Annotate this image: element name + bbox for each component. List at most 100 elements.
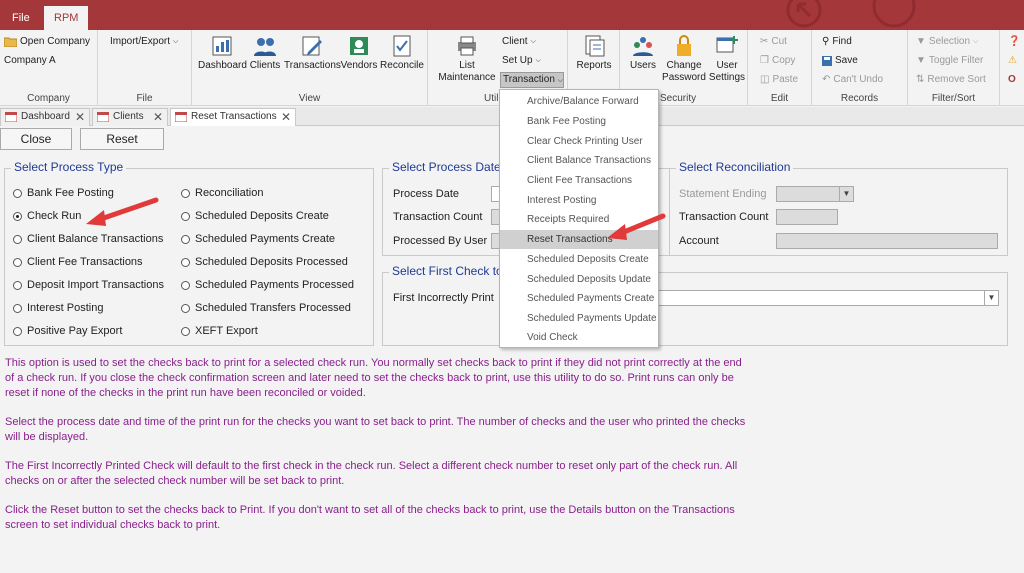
doctab-label: Reset Transactions [191,111,277,122]
radio-label: Positive Pay Export [27,325,123,337]
radio-scheduled-transfers-processed[interactable]: Scheduled Transfers Processed [181,302,351,314]
report-icon [585,35,605,57]
radio-label: XEFT Export [195,325,258,337]
transaction-menu-button[interactable]: Transaction ⌵ [500,72,564,88]
transactions-button[interactable]: Transactions [284,34,341,72]
statement-ending-combo[interactable]: ▼ [776,186,854,202]
radio-deposit-import-transactions[interactable]: Deposit Import Transactions [13,279,164,291]
process-type-legend: Select Process Type [11,160,127,174]
radio-interest-posting[interactable]: Interest Posting [13,302,103,314]
help-icon[interactable]: ❓ [1008,36,1020,47]
radio-reconciliation[interactable]: Reconciliation [181,187,263,199]
reconcile-button[interactable]: Reconcile [378,34,426,72]
office-icon[interactable]: O [1008,74,1016,85]
form-icon [5,112,17,122]
doctab-reset-transactions[interactable]: Reset Transactions ✕ [170,108,296,127]
cut-button[interactable]: ✂ Cut [760,36,787,47]
save-button[interactable]: Save [822,55,858,66]
description-paragraph-4: Click the Reset button to set the checks… [5,503,785,533]
recon-transaction-count-label: Transaction Count [679,211,769,223]
dashboard-button[interactable]: Dashboard [198,34,247,72]
tab-rpm[interactable]: RPM [44,6,88,30]
transaction-count-label: Transaction Count [393,211,483,223]
radio-scheduled-payments-create[interactable]: Scheduled Payments Create [181,233,335,245]
radio-dot [181,257,190,267]
import-export-label: Import/Export [110,36,171,47]
sort-icon: ⇅ [916,74,925,85]
list-label: List [459,60,475,71]
selection-label: Selection [928,36,971,47]
menu-item-scheduled-payments-update[interactable]: Scheduled Payments Update [500,309,658,328]
radio-label: Scheduled Payments Processed [195,279,354,291]
clients-button[interactable]: Clients [248,34,282,72]
menu-item-archive-balance-forward[interactable]: Archive/Balance Forward [500,92,658,111]
radio-label: Reconciliation [195,187,264,199]
description-line: The First Incorrectly Printed Check will… [5,460,738,472]
undo-button[interactable]: ↶ Can't Undo [822,74,883,85]
menu-item-interest-posting[interactable]: Interest Posting [500,191,658,210]
find-button[interactable]: ⚲ Find [822,36,852,47]
users-button[interactable]: Users [626,34,660,72]
radio-label: Client Balance Transactions [27,233,164,245]
remove-sort-button[interactable]: ⇅ Remove Sort [916,74,986,85]
close-icon[interactable]: ✕ [281,109,291,125]
menu-item-bank-fee-posting[interactable]: Bank Fee Posting [500,112,658,131]
menu-item-client-balance-transactions[interactable]: Client Balance Transactions [500,151,658,170]
radio-dot [181,234,190,244]
close-button[interactable]: Close [0,128,72,150]
reset-button[interactable]: Reset [80,128,164,150]
vendors-button[interactable]: Vendors [340,34,378,72]
chevron-down-icon[interactable]: ▼ [984,291,998,305]
toggle-filter-button[interactable]: ▼ Toggle Filter [916,55,983,66]
menu-item-scheduled-deposits-create[interactable]: Scheduled Deposits Create [500,250,658,269]
radio-check-run[interactable]: Check Run [13,210,81,222]
radio-positive-pay-export[interactable]: Positive Pay Export [13,325,122,337]
maintenance-label: Maintenance [438,72,496,83]
chevron-down-icon[interactable]: ▼ [839,187,853,201]
radio-client-balance-transactions[interactable]: Client Balance Transactions [13,233,163,245]
warning-icon[interactable]: ⚠ [1008,55,1017,66]
chevron-down-icon: ⌵ [173,37,179,45]
import-export-button[interactable]: Import/Export ⌵ [110,36,178,47]
group-filter-sort: ▼ Selection ⌵ ▼ Toggle Filter ⇅ Remove S… [908,30,1000,106]
setup-menu-button[interactable]: Set Up ⌵ [502,55,541,66]
radio-dot [13,303,22,313]
close-icon[interactable]: ✕ [153,109,163,125]
doctab-dashboard[interactable]: Dashboard ✕ [0,108,90,126]
change-password-button[interactable]: Change Password [662,34,706,84]
client-menu-button[interactable]: Client ⌵ [502,36,536,47]
clients-label: Clients [249,60,281,71]
close-icon[interactable]: ✕ [75,109,85,125]
open-company-label: Open Company [20,36,91,47]
description-line: will be displayed. [5,431,89,443]
reports-button[interactable]: Reports [574,34,614,72]
menu-item-clear-check-printing-user[interactable]: Clear Check Printing User [500,132,658,151]
vendor-card-icon [350,37,368,55]
radio-scheduled-deposits-processed[interactable]: Scheduled Deposits Processed [181,256,348,268]
chevron-down-icon: ⌵ [973,37,979,45]
title-bar: File RPM [0,0,1024,30]
tab-file[interactable]: File [2,6,40,30]
paste-button[interactable]: ◫ Paste [760,74,798,85]
menu-item-scheduled-payments-create[interactable]: Scheduled Payments Create [500,289,658,308]
menu-item-client-fee-transactions[interactable]: Client Fee Transactions [500,171,658,190]
description-line: screen to set individual checks back to … [5,519,221,531]
menu-item-void-check[interactable]: Void Check [500,328,658,347]
group-file: Import/Export ⌵ File [98,30,192,106]
doctab-clients[interactable]: Clients ✕ [92,108,168,126]
radio-scheduled-payments-processed[interactable]: Scheduled Payments Processed [181,279,354,291]
settings-label: Settings [708,72,746,83]
menu-item-scheduled-deposits-update[interactable]: Scheduled Deposits Update [500,270,658,289]
open-company-button[interactable]: Open Company [4,36,90,47]
user-settings-button[interactable]: User Settings [708,34,746,84]
form-icon [97,112,109,122]
process-date-label: Process Date [393,188,460,200]
radio-xeft-export[interactable]: XEFT Export [181,325,258,337]
list-maintenance-button[interactable]: List Maintenance [434,34,500,84]
selection-button[interactable]: ▼ Selection ⌵ [916,36,978,47]
copy-button[interactable]: ❐ Copy [760,55,795,66]
reconcile-label: Reconcile [380,60,424,71]
radio-client-fee-transactions[interactable]: Client Fee Transactions [13,256,143,268]
annotation-arrow-icon [86,197,159,226]
radio-scheduled-deposits-create[interactable]: Scheduled Deposits Create [181,210,329,222]
